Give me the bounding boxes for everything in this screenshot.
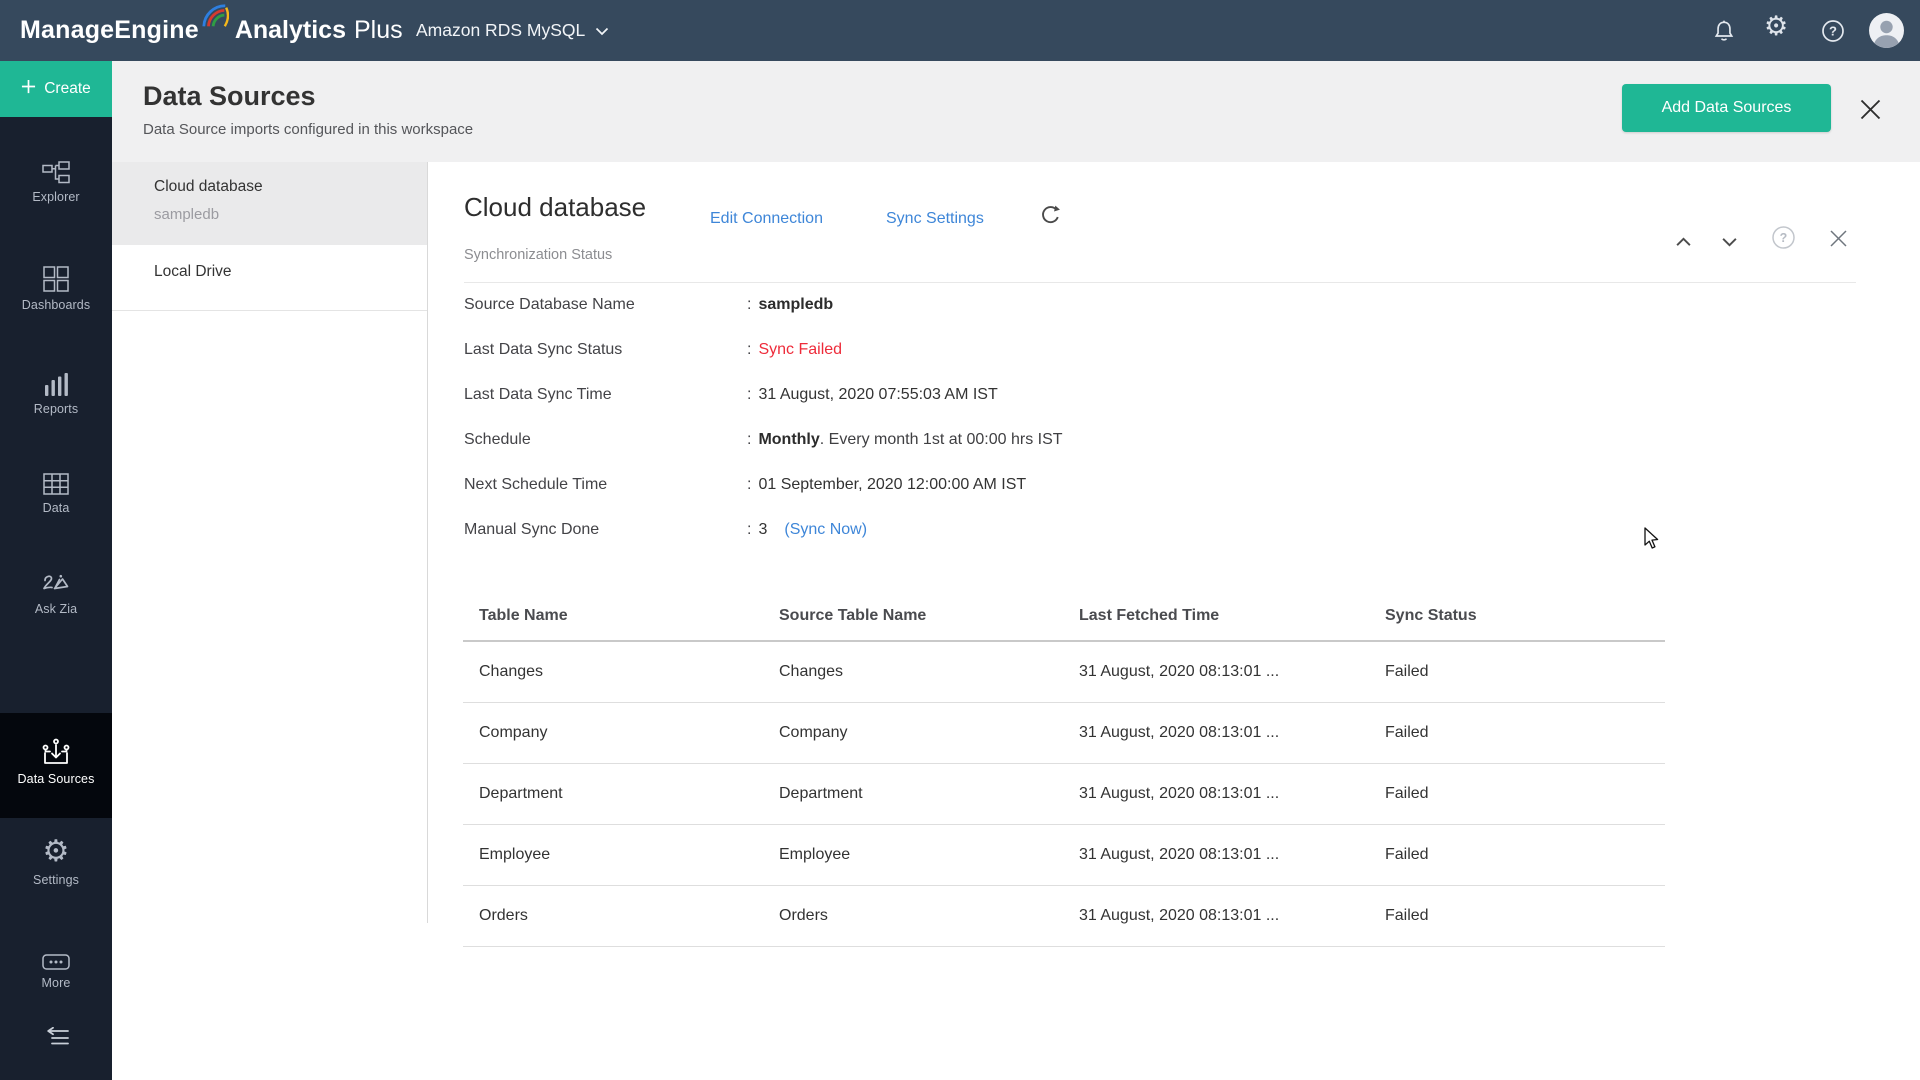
table-row: Company Company 31 August, 2020 08:13:01… xyxy=(463,703,1665,764)
workspace-selector[interactable]: Amazon RDS MySQL xyxy=(416,0,609,61)
panel-close-icon[interactable] xyxy=(1828,228,1849,254)
sync-now-link[interactable]: (Sync Now) xyxy=(784,521,867,538)
brand-logo: ManageEngine Analytics Plus xyxy=(20,0,403,61)
field-last-data-sync-status: Last Data Sync Status:Sync Failed xyxy=(464,341,842,362)
panel-divider xyxy=(427,162,428,923)
data-sources-icon xyxy=(40,738,72,766)
previous-source-chevron-up-icon[interactable] xyxy=(1675,234,1692,252)
panel-help-icon[interactable]: ? xyxy=(1770,224,1797,256)
edit-connection-link[interactable]: Edit Connection xyxy=(710,210,823,228)
sidebar-item-dashboards[interactable]: Dashboards xyxy=(0,266,112,312)
sidebar-collapse-button[interactable] xyxy=(0,1027,112,1045)
sync-status-table: Table Name Source Table Name Last Fetche… xyxy=(463,594,1665,947)
table-row: Employee Employee 31 August, 2020 08:13:… xyxy=(463,825,1665,886)
refresh-icon[interactable] xyxy=(1040,205,1061,231)
table-row: Department Department 31 August, 2020 08… xyxy=(463,764,1665,825)
settings-gear-icon[interactable]: ⚙ xyxy=(1764,13,1788,40)
notifications-bell-icon[interactable] xyxy=(1712,19,1736,48)
source-item-title: Local Drive xyxy=(154,263,232,281)
sync-failed-status: Sync Failed xyxy=(758,341,842,358)
column-header-sync-status: Sync Status xyxy=(1385,607,1477,625)
source-item-subtitle: sampledb xyxy=(154,206,219,223)
sidebar-item-data-sources-active[interactable]: Data Sources xyxy=(0,713,112,818)
next-source-chevron-down-icon[interactable] xyxy=(1721,234,1738,252)
table-row: Orders Orders 31 August, 2020 08:13:01 .… xyxy=(463,886,1665,947)
section-separator xyxy=(464,282,1856,283)
plus-icon xyxy=(21,79,36,99)
sync-settings-link[interactable]: Sync Settings xyxy=(886,210,984,228)
field-schedule: Schedule:Monthly. Every month 1st at 00:… xyxy=(464,431,1063,452)
detail-title: Cloud database xyxy=(464,192,646,223)
table-header-row: Table Name Source Table Name Last Fetche… xyxy=(463,594,1665,642)
explorer-icon xyxy=(42,161,70,184)
source-list-item-local-drive[interactable]: Local Drive xyxy=(112,245,427,311)
page-title: Data Sources xyxy=(143,81,316,112)
main-area: Data Sources Data Source imports configu… xyxy=(112,61,1920,1080)
brand-swoosh-icon xyxy=(201,2,229,35)
sidebar-item-data[interactable]: Data xyxy=(0,473,112,515)
workspace-name: Amazon RDS MySQL xyxy=(416,20,585,41)
field-source-database-name: Source Database Name:sampledb xyxy=(464,296,833,317)
sidebar-item-more[interactable]: More xyxy=(0,954,112,990)
sidebar-item-explorer[interactable]: Explorer xyxy=(0,161,112,204)
field-manual-sync-done: Manual Sync Done:3(Sync Now) xyxy=(464,521,867,542)
svg-text:?: ? xyxy=(1829,24,1837,39)
table-row: Changes Changes 31 August, 2020 08:13:01… xyxy=(463,642,1665,703)
sidebar-nav: Create Explorer xyxy=(0,61,112,1080)
page-subtitle: Data Source imports configured in this w… xyxy=(143,121,473,138)
brand-product-suffix: Plus xyxy=(354,16,403,45)
source-item-title: Cloud database xyxy=(154,178,263,196)
sidebar-item-ask-zia[interactable]: Ask Zia xyxy=(0,572,112,616)
reports-icon xyxy=(44,371,69,396)
create-button[interactable]: Create xyxy=(0,61,112,117)
dashboards-icon xyxy=(43,266,69,292)
more-ellipsis-icon xyxy=(42,954,70,970)
ask-zia-icon xyxy=(41,572,71,596)
field-last-data-sync-time: Last Data Sync Time:31 August, 2020 07:5… xyxy=(464,386,998,407)
sidebar-item-settings[interactable]: ⚙ Settings xyxy=(0,837,112,887)
create-button-label: Create xyxy=(44,80,91,98)
analytics-plus-app: ManageEngine Analytics Plus Amazon RDS M… xyxy=(0,0,1920,1080)
svg-text:?: ? xyxy=(1780,231,1788,245)
section-label: Synchronization Status xyxy=(464,247,612,263)
add-data-sources-button[interactable]: Add Data Sources xyxy=(1622,84,1831,132)
column-header-last-fetched-time: Last Fetched Time xyxy=(1079,607,1219,625)
help-icon[interactable]: ? xyxy=(1821,19,1845,48)
column-header-table-name: Table Name xyxy=(479,607,568,625)
chevron-down-icon xyxy=(595,20,609,41)
field-next-schedule-time: Next Schedule Time:01 September, 2020 12… xyxy=(464,476,1026,497)
source-list-item-cloud-database[interactable]: Cloud database sampledb xyxy=(112,162,427,245)
page-close-icon[interactable] xyxy=(1859,98,1882,126)
settings-gear-icon: ⚙ xyxy=(0,837,112,867)
sidebar-item-reports[interactable]: Reports xyxy=(0,371,112,416)
user-avatar[interactable] xyxy=(1869,13,1904,53)
top-bar: ManageEngine Analytics Plus Amazon RDS M… xyxy=(0,0,1920,61)
column-header-source-table-name: Source Table Name xyxy=(779,607,926,625)
collapse-arrow-icon xyxy=(43,1027,69,1045)
page-header: Data Sources Data Source imports configu… xyxy=(112,61,1920,162)
brand-name: ManageEngine xyxy=(20,16,199,45)
content-area: Cloud database sampledb Local Drive Clou… xyxy=(112,162,1920,1080)
brand-product: Analytics xyxy=(235,16,346,45)
data-table-icon xyxy=(43,473,69,495)
